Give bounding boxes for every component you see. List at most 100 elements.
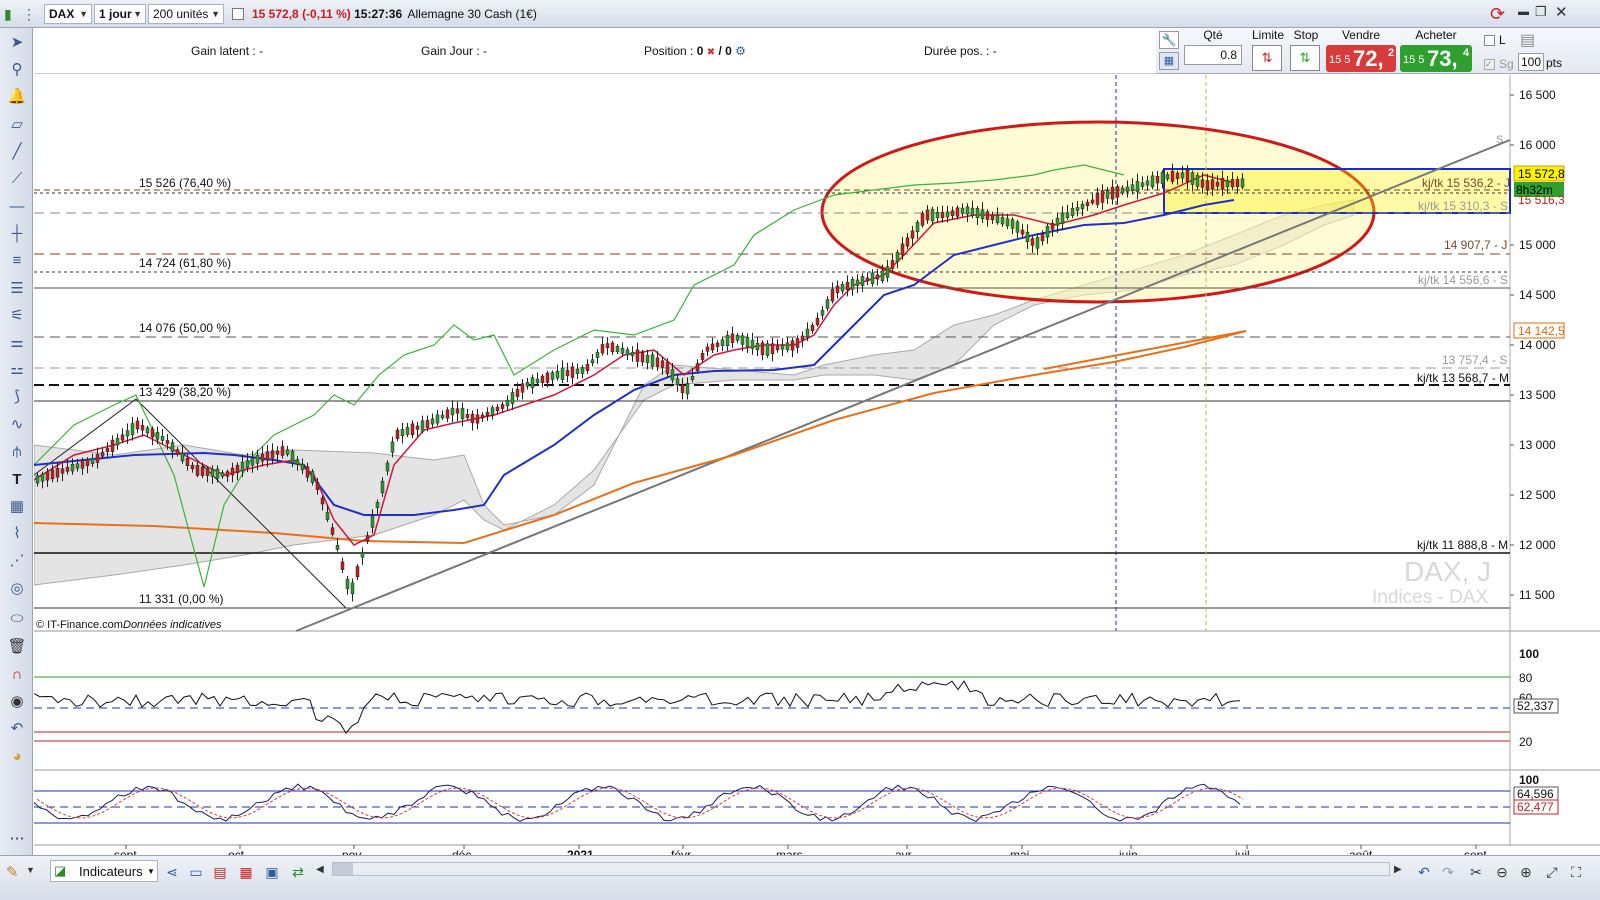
fib-retracement-icon[interactable]: ⚌ <box>6 332 28 354</box>
template-icon[interactable]: ▤ <box>1520 30 1535 50</box>
units-value: 200 unités <box>153 7 209 21</box>
eye-icon[interactable]: ◉ <box>6 691 28 713</box>
refresh-icon[interactable]: ⟳ <box>1490 3 1505 25</box>
cycles-icon[interactable]: ⋰ <box>6 550 28 572</box>
candle-body <box>950 210 955 217</box>
chevron-down-icon[interactable]: ▼ <box>26 865 35 875</box>
more-tools-icon[interactable]: ⋯ <box>6 828 28 850</box>
candle-body <box>95 453 100 463</box>
credit-note: Données indicatives <box>123 619 222 631</box>
close-icon[interactable]: ✕ <box>1555 3 1568 21</box>
candle-body <box>795 338 800 348</box>
screenshot-icon[interactable]: ▣ <box>262 862 282 882</box>
chart-area[interactable]: 15 526 (76,40 %) 14 724 (61,80 %) 14 076 (… <box>33 75 1600 862</box>
horizontal-line-icon[interactable]: ― <box>6 196 28 218</box>
candle-body <box>505 399 510 407</box>
wave-icon[interactable]: ∿ <box>6 414 28 436</box>
fib-level-label: 14 724 (61,80 %) <box>139 256 231 270</box>
gann-icon[interactable]: ▦ <box>6 496 28 518</box>
pitchfork-icon[interactable]: ⫛ <box>6 441 28 463</box>
compare-icon[interactable]: ⇄ <box>288 862 308 882</box>
duree-value: - <box>992 44 997 58</box>
candle-body <box>205 468 210 476</box>
share-icon[interactable]: ⋖ <box>162 862 182 882</box>
sg-checkbox[interactable]: ✓ <box>1484 59 1495 70</box>
candle-body <box>1045 226 1050 238</box>
candle-body <box>115 437 120 446</box>
price-chart-svg[interactable]: 15 526 (76,40 %) 14 724 (61,80 %) 14 076 (… <box>33 75 1600 862</box>
ray-icon[interactable]: ⟋ <box>6 168 28 190</box>
sell-label: Vendre <box>1341 28 1381 42</box>
scroll-right-icon[interactable]: ▶ <box>1394 864 1402 875</box>
watermark-title: DAX, J <box>1404 556 1491 587</box>
units-select[interactable]: 200 unités ▼ <box>148 4 224 24</box>
candle-body <box>425 420 430 428</box>
zoom-out-icon[interactable]: ⊖ <box>1492 862 1512 882</box>
magnet-icon[interactable]: ∩ <box>6 664 28 686</box>
limit-order-button[interactable]: ⇅ <box>1252 45 1282 71</box>
candle-body <box>1090 199 1095 204</box>
restore-icon[interactable]: ❐ <box>1535 4 1547 20</box>
fullscreen-icon[interactable]: ⛶ <box>1566 862 1586 882</box>
qty-input[interactable]: 0.8 <box>1184 45 1242 65</box>
ruler-icon[interactable]: ▱ <box>6 114 28 136</box>
l-checkbox[interactable] <box>1484 35 1495 46</box>
candle-body <box>375 502 380 508</box>
fib-extension-icon[interactable]: ⚍ <box>6 359 28 381</box>
position-settings-icon[interactable]: ⚙ <box>735 44 746 58</box>
redo-icon[interactable]: ↷ <box>1438 862 1458 882</box>
color-palette-icon[interactable]: ◕ <box>6 746 28 768</box>
pattern-icon[interactable]: ⟆ <box>6 386 28 408</box>
scrollbar-thumb[interactable] <box>333 863 353 875</box>
position-info-bar: Gain latent : - Gain Jour : - Position :… <box>34 28 1156 74</box>
chart-type-icon[interactable]: ▮ <box>4 6 20 22</box>
fit-icon[interactable]: ⤢ <box>1542 862 1562 882</box>
zoom-in-icon[interactable]: ⊕ <box>1516 862 1536 882</box>
pencil-icon[interactable]: ✎ <box>6 863 19 881</box>
period-select[interactable]: 1 jour ▼ <box>94 4 146 24</box>
grid-icon[interactable]: ▦ <box>236 862 256 882</box>
gain-latent: Gain latent : - <box>191 44 263 58</box>
pts-input[interactable]: 100 <box>1518 53 1544 71</box>
comment-icon[interactable]: ▭ <box>186 862 206 882</box>
quote-change: (-0,11 %) <box>302 7 351 21</box>
fib-fan-icon[interactable]: ⚟ <box>6 305 28 327</box>
shapes-icon[interactable]: ◎ <box>6 578 28 600</box>
indicators-button[interactable]: ◪ Indicateurs ▼ <box>50 860 158 882</box>
channel-icon[interactable]: ≡ <box>6 250 28 272</box>
vertical-line-icon[interactable]: ┼ <box>6 223 28 245</box>
candle-body <box>650 354 655 367</box>
fibonacci-icon[interactable]: ☰ <box>6 278 28 300</box>
candle-body <box>910 230 915 239</box>
time-scrollbar[interactable] <box>332 862 1390 876</box>
scroll-left-icon[interactable]: ◀ <box>316 864 324 875</box>
close-position-icon[interactable]: ✖ <box>707 47 715 58</box>
sell-button[interactable]: 15 5 72, 2 <box>1326 45 1396 72</box>
cursor-icon[interactable]: ➤ <box>6 32 28 54</box>
wrench-icon[interactable]: 🔧 <box>1159 31 1179 49</box>
candle-body <box>345 578 350 590</box>
trendline-icon[interactable]: ╱ <box>6 141 28 163</box>
candle-body <box>395 429 400 439</box>
text-tool-icon[interactable]: T <box>6 469 28 491</box>
trash-icon[interactable]: 🗑 <box>6 636 28 658</box>
candle-body <box>295 459 300 465</box>
undo-icon[interactable]: ↶ <box>1414 862 1434 882</box>
candle-body <box>1150 175 1155 188</box>
alert-bell-icon[interactable]: 🔔 <box>6 86 28 108</box>
scissors-icon[interactable]: ✂ <box>1466 862 1486 882</box>
duree-pos: Durée pos. : - <box>924 44 997 58</box>
keypad-icon[interactable]: ▦ <box>1159 52 1179 70</box>
buy-button[interactable]: 15 5 73, 4 <box>1400 45 1472 72</box>
candle-body <box>555 370 560 379</box>
stop-order-button[interactable]: ⇅ <box>1290 45 1320 71</box>
calculator-icon[interactable]: ▤ <box>210 862 230 882</box>
symbol-select[interactable]: DAX ▼ <box>44 4 92 24</box>
undo-drawing-icon[interactable]: ↶ <box>6 718 28 740</box>
quote-info-icon[interactable] <box>232 8 244 20</box>
drag-handle-icon[interactable]: ⋮ <box>22 5 36 23</box>
zoom-icon[interactable]: ⚲ <box>6 59 28 81</box>
minimize-icon[interactable]: ▬ <box>1518 6 1529 18</box>
elliott-icon[interactable]: ⌇ <box>6 523 28 545</box>
ellipse-icon[interactable]: ⬭ <box>6 608 28 630</box>
